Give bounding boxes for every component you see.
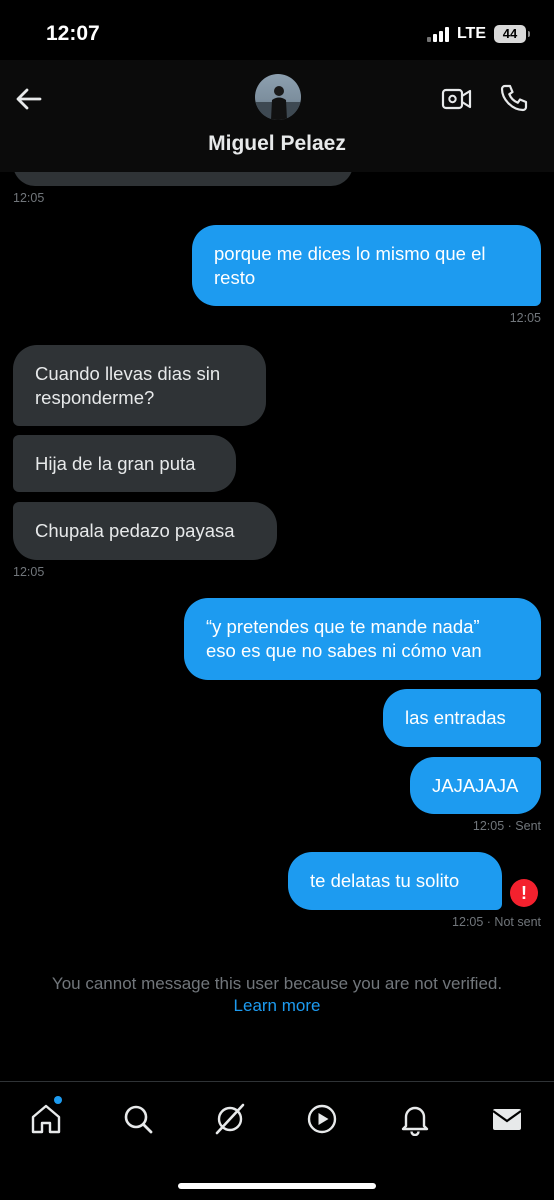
message-bubble-outgoing[interactable]: JAJAJAJA: [410, 757, 541, 814]
message-bubble-outgoing[interactable]: “y pretendes que te mande nada” eso es qu…: [184, 598, 541, 680]
message-timestamp: 12:05: [13, 191, 45, 205]
message-list[interactable]: 12:05 porque me dices lo mismo que el res…: [0, 172, 554, 1080]
message-bubble-incoming[interactable]: [13, 172, 353, 186]
status-time: 12:07: [46, 22, 100, 45]
message-text: Hija de la gran puta: [35, 452, 196, 474]
not-verified-notice: You cannot message this user because you…: [0, 973, 554, 1017]
video-camera-icon[interactable]: [440, 84, 474, 114]
message-text: responderme?: [35, 386, 155, 408]
conversation-header: Miguel Pelaez: [0, 60, 554, 172]
notification-dot: [54, 1096, 62, 1104]
avatar[interactable]: [255, 74, 301, 120]
notice-text: You cannot message this user because you…: [51, 974, 503, 993]
message-text: JAJAJAJA: [432, 774, 519, 796]
message-text: Chupala pedazo payasa: [35, 520, 235, 541]
message-text: eso es que no sabes ni cómo van: [206, 640, 482, 661]
back-arrow-icon[interactable]: [14, 84, 44, 114]
home-indicator[interactable]: [178, 1183, 376, 1189]
grok-icon[interactable]: [213, 1102, 247, 1136]
video-play-icon[interactable]: [305, 1102, 339, 1136]
home-icon[interactable]: [29, 1102, 63, 1136]
learn-more-link[interactable]: Learn more: [0, 995, 554, 1017]
message-text: “y pretendes que te mande nada”: [206, 616, 480, 637]
contact-name[interactable]: Miguel Pelaez: [0, 132, 554, 156]
message-status: 12:05 · Sent: [472, 819, 541, 833]
message-bubble-outgoing[interactable]: te delatas tu solito: [288, 852, 502, 910]
message-timestamp: 12:05: [509, 311, 541, 325]
message-text: resto: [214, 266, 256, 288]
message-text: las entradas: [405, 707, 506, 728]
message-text: te delatas tu solito: [310, 870, 460, 891]
bell-icon[interactable]: [398, 1102, 432, 1137]
phone-icon[interactable]: [498, 82, 530, 114]
message-text: Cuando llevas dias sin: [35, 362, 221, 384]
message-bubble-incoming[interactable]: Cuando llevas dias sin responderme?: [13, 345, 266, 426]
message-bubble-outgoing[interactable]: las entradas: [383, 689, 541, 747]
error-alert-icon[interactable]: !: [510, 879, 538, 907]
message-text: porque me dices lo mismo que el: [214, 242, 486, 264]
message-timestamp: 12:05: [13, 565, 45, 579]
search-icon[interactable]: [121, 1102, 155, 1136]
message-bubble-outgoing[interactable]: porque me dices lo mismo que el resto: [192, 225, 541, 306]
status-indicators: LTE 44: [426, 25, 530, 43]
network-label: LTE: [456, 25, 486, 42]
signal-icon: [426, 26, 449, 42]
message-bubble-incoming[interactable]: Hija de la gran puta: [13, 435, 236, 492]
bottom-nav: [0, 1081, 554, 1200]
mail-icon[interactable]: [490, 1102, 524, 1136]
message-bubble-incoming[interactable]: Chupala pedazo payasa: [13, 502, 277, 560]
battery-icon: 44: [494, 25, 530, 43]
message-status: 12:05 · Not sent: [452, 915, 541, 929]
